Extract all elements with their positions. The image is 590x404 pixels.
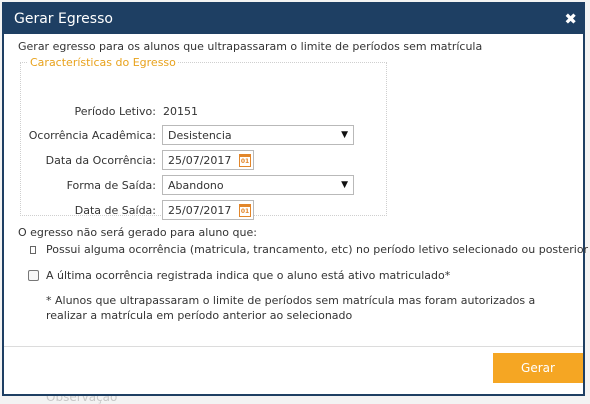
forma-saida-select[interactable]: Abandono ▼ (162, 175, 354, 195)
gerar-button[interactable]: Gerar (493, 353, 583, 383)
dialog-titlebar: Gerar Egresso ✖ (4, 4, 583, 34)
ocorrencia-select[interactable]: Desistencia ▼ (162, 125, 354, 145)
calendar-icon[interactable]: 01 (239, 153, 251, 167)
characteristics-legend: Características do Egresso (30, 56, 176, 69)
ocorrencia-selected-value: Desistencia (168, 128, 232, 142)
data-ocorrencia-label: Data da Ocorrência: (45, 153, 156, 167)
chevron-down-icon: ▼ (341, 180, 348, 190)
condition-item-1: Possui alguma ocorrência (matricula, tra… (30, 243, 588, 256)
dialog-intro: Gerar egresso para os alunos que ultrapa… (18, 40, 483, 53)
data-saida-value: 25/07/2017 (168, 203, 232, 217)
gerar-egresso-dialog: Gerar Egresso ✖ Gerar egresso para os al… (2, 2, 588, 396)
data-ocorrencia-value: 25/07/2017 (168, 153, 232, 167)
conditions-footnote: * Alunos que ultrapassaram o limite de p… (46, 294, 536, 322)
periodo-label: Período Letivo: (74, 104, 156, 118)
condition-item-2-text: A última ocorrência registrada indica qu… (46, 269, 451, 282)
data-ocorrencia-row: Data da Ocorrência: 25/07/2017 01 (21, 149, 254, 171)
condition-item-2[interactable]: A última ocorrência registrada indica qu… (28, 269, 450, 282)
bullet-box-icon (30, 245, 36, 254)
chevron-down-icon: ▼ (341, 130, 348, 140)
data-saida-label: Data de Saída: (74, 203, 156, 217)
calendar-icon[interactable]: 01 (239, 203, 251, 217)
periodo-row: Período Letivo: 20151 (21, 100, 198, 122)
forma-saida-row: Forma de Saída: Abandono ▼ (21, 174, 354, 196)
periodo-value: 20151 (163, 104, 198, 118)
condition-item-1-text: Possui alguma ocorrência (matricula, tra… (46, 243, 589, 256)
data-ocorrencia-field[interactable]: 25/07/2017 01 (162, 150, 254, 170)
data-saida-row: Data de Saída: 25/07/2017 01 (21, 199, 254, 221)
ocorrencia-row: Ocorrência Acadêmica: Desistencia ▼ (21, 124, 354, 146)
ocorrencia-label: Ocorrência Acadêmica: (28, 128, 156, 142)
close-icon[interactable]: ✖ (564, 11, 577, 27)
active-enrolled-checkbox[interactable] (28, 270, 39, 281)
characteristics-group: Características do Egresso Período Letiv… (20, 56, 387, 220)
dialog-title: Gerar Egresso (14, 11, 113, 27)
forma-saida-label: Forma de Saída: (66, 178, 156, 192)
footer-divider (4, 346, 583, 347)
forma-saida-selected-value: Abandono (168, 178, 224, 192)
conditions-lead: O egresso não será gerado para aluno que… (18, 226, 257, 239)
data-saida-field[interactable]: 25/07/2017 01 (162, 200, 254, 220)
